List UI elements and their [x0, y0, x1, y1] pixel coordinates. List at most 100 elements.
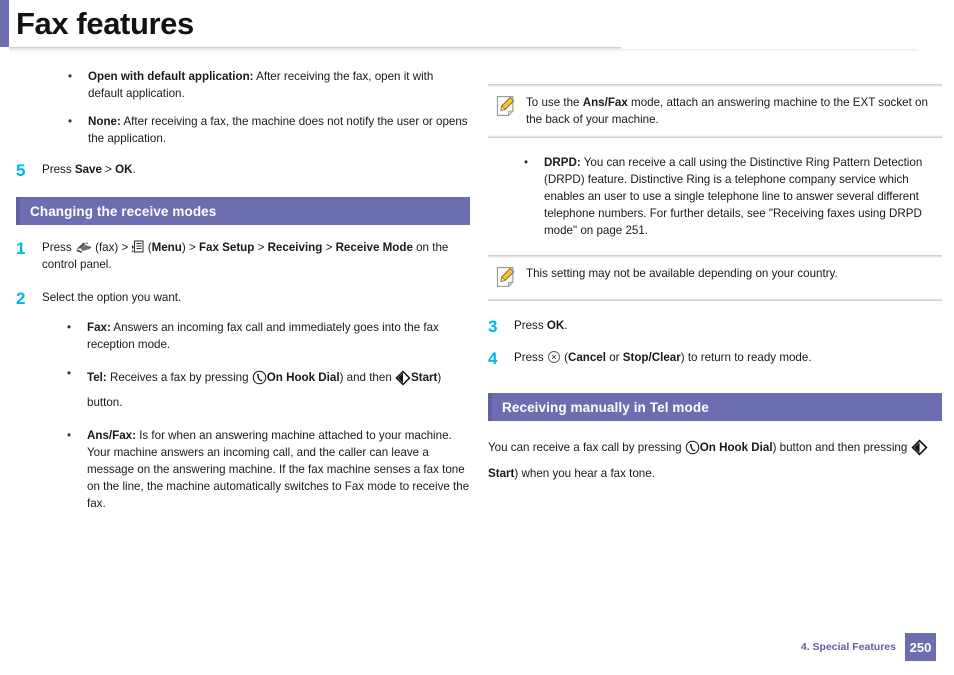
bullet-content: Ans/Fax: Is for when an answering machin…: [87, 427, 470, 512]
ok-label: OK: [115, 163, 133, 176]
right-column: To use the Ans/Fax mode, attach an answe…: [488, 84, 942, 487]
step-text: Press OK.: [514, 317, 942, 335]
step-text: Press (Cancel or Stop/Clear) to return t…: [514, 349, 942, 367]
page-title: Fax features: [16, 6, 194, 41]
save-label: Save: [74, 163, 102, 176]
stop-clear-label: Stop/Clear: [622, 351, 681, 364]
bullet-term: None:: [88, 115, 121, 128]
start-label: Start: [411, 371, 438, 384]
bullet-content: Open with default application: After rec…: [88, 68, 470, 102]
start-diamond-icon: [395, 370, 411, 386]
list-item: • Ans/Fax: Is for when an answering mach…: [64, 427, 470, 512]
bullet-body: After receiving a fax, the machine does …: [88, 115, 468, 145]
step-pre-text: Press: [514, 351, 547, 364]
header-accent-bar: [0, 0, 9, 47]
note-pencil-icon: [494, 265, 522, 291]
fax-setup-label: Fax Setup: [198, 241, 255, 254]
para-text-1: You can receive a fax call by pressing: [488, 441, 685, 454]
bullet-marker: •: [68, 70, 73, 83]
ok-label: OK: [546, 319, 565, 332]
left-column: • Open with default application: After r…: [16, 68, 470, 523]
list-item: • DRPD: You can receive a call using the…: [521, 154, 942, 239]
list-item: • None: After receiving a fax, the machi…: [65, 113, 470, 147]
list-item: • Fax: Answers an incoming fax call and …: [64, 319, 470, 353]
bullet-content: None: After receiving a fax, the machine…: [88, 113, 470, 147]
bullet-term: DRPD:: [544, 156, 581, 169]
step-separator: >: [101, 163, 116, 176]
step-pre-text: Press: [514, 319, 547, 332]
step-separator: >: [322, 241, 336, 254]
bullet-marker: •: [67, 367, 72, 380]
note-content: This setting may not be available depend…: [526, 267, 838, 280]
note-ansfax-ext-socket: To use the Ans/Fax mode, attach an answe…: [488, 84, 942, 138]
menu-list-icon: [131, 240, 144, 254]
fax-machine-icon: [75, 241, 92, 254]
step-4: 4 Press (Cancel or Stop/Clear) to return…: [488, 349, 942, 367]
step-pre-text: Press: [42, 163, 75, 176]
step-3: 3 Press OK.: [488, 317, 942, 335]
step-post-text: .: [564, 319, 568, 332]
bullet-term: Open with default application:: [88, 70, 254, 83]
bullet-content: DRPD: You can receive a call using the D…: [544, 154, 942, 239]
ansfax-label: Ans/Fax: [582, 96, 628, 109]
step-number: 1: [16, 239, 26, 258]
bullet-marker: •: [67, 321, 72, 334]
notification-options-list: • Open with default application: After r…: [16, 68, 470, 147]
manual-receive-paragraph: You can receive a fax call by pressing O…: [488, 435, 942, 487]
receive-mode-options-list: • Fax: Answers an incoming fax call and …: [16, 319, 470, 512]
page-header: Fax features: [0, 0, 954, 52]
note-country-availability: This setting may not be available depend…: [488, 255, 942, 301]
page-footer: 4. Special Features 250: [801, 633, 936, 661]
bullet-term: Fax:: [87, 321, 111, 334]
note-pre-text: To use the: [526, 96, 583, 109]
bullet-marker: •: [68, 115, 73, 128]
start-diamond-icon: [910, 439, 928, 456]
section-header-changing-receive-modes: Changing the receive modes: [16, 197, 470, 225]
receiving-label: Receiving: [267, 241, 323, 254]
on-hook-dial-icon: [685, 440, 700, 455]
menu-paren-open: (: [144, 241, 152, 254]
header-divider-rule: [9, 47, 917, 52]
receive-mode-label: Receive Mode: [335, 241, 413, 254]
list-item: • Tel: Receives a fax by pressing On Hoo…: [64, 365, 470, 415]
bullet-content: Tel: Receives a fax by pressing On Hook …: [87, 365, 470, 415]
start-label: Start: [488, 467, 515, 480]
step-text: Press (fax) > (Menu) > Fax Setup > Recei…: [42, 239, 470, 273]
bullet-body: You can receive a call using the Distinc…: [544, 156, 923, 237]
step-number: 2: [16, 289, 26, 308]
step-post-text: .: [132, 163, 136, 176]
note-content: To use the Ans/Fax mode, attach an answe…: [526, 93, 936, 128]
step-post-text: ) to return to ready mode.: [680, 351, 812, 364]
fax-caption: (fax) >: [91, 241, 132, 254]
bullet-body-2: ) and then: [339, 371, 395, 384]
bullet-marker: •: [524, 156, 529, 169]
para-text-2: ) button and then pressing: [772, 441, 911, 454]
menu-paren-close: ) >: [181, 241, 199, 254]
step-5: 5 Press Save > OK.: [16, 161, 470, 179]
or-separator: or: [605, 351, 623, 364]
note-pencil-icon: [494, 94, 522, 120]
bullet-term: Tel:: [87, 371, 107, 384]
bullet-content: Fax: Answers an incoming fax call and im…: [87, 319, 470, 353]
section-header-receiving-manually: Receiving manually in Tel mode: [488, 393, 942, 421]
paren-open: (: [560, 351, 568, 364]
step-text: Select the option you want.: [42, 291, 182, 304]
step-number: 5: [16, 161, 26, 180]
cancel-label: Cancel: [567, 351, 606, 364]
footer-chapter-label: 4. Special Features: [800, 641, 896, 653]
step-text: Press Save > OK.: [42, 161, 470, 179]
step-pre-text: Press: [42, 241, 75, 254]
menu-label: Menu: [151, 241, 182, 254]
para-text-3: ) when you hear a fax tone.: [514, 467, 655, 480]
bullet-body: Receives a fax by pressing: [106, 371, 252, 384]
bullet-term: Ans/Fax:: [87, 429, 136, 442]
on-hook-dial-label: On Hook Dial: [266, 371, 340, 384]
step-2: 2 Select the option you want.: [16, 289, 470, 307]
step-1: 1 Press (fax) > (Menu) > Fax Setup > Rec…: [16, 239, 470, 273]
bullet-body: Answers an incoming fax call and immedia…: [87, 321, 439, 351]
section-title: Receiving manually in Tel mode: [502, 399, 709, 415]
cancel-circle-x-icon: [547, 350, 561, 364]
step-number: 4: [488, 349, 498, 368]
section-title: Changing the receive modes: [30, 203, 217, 219]
list-item: • Open with default application: After r…: [65, 68, 470, 102]
